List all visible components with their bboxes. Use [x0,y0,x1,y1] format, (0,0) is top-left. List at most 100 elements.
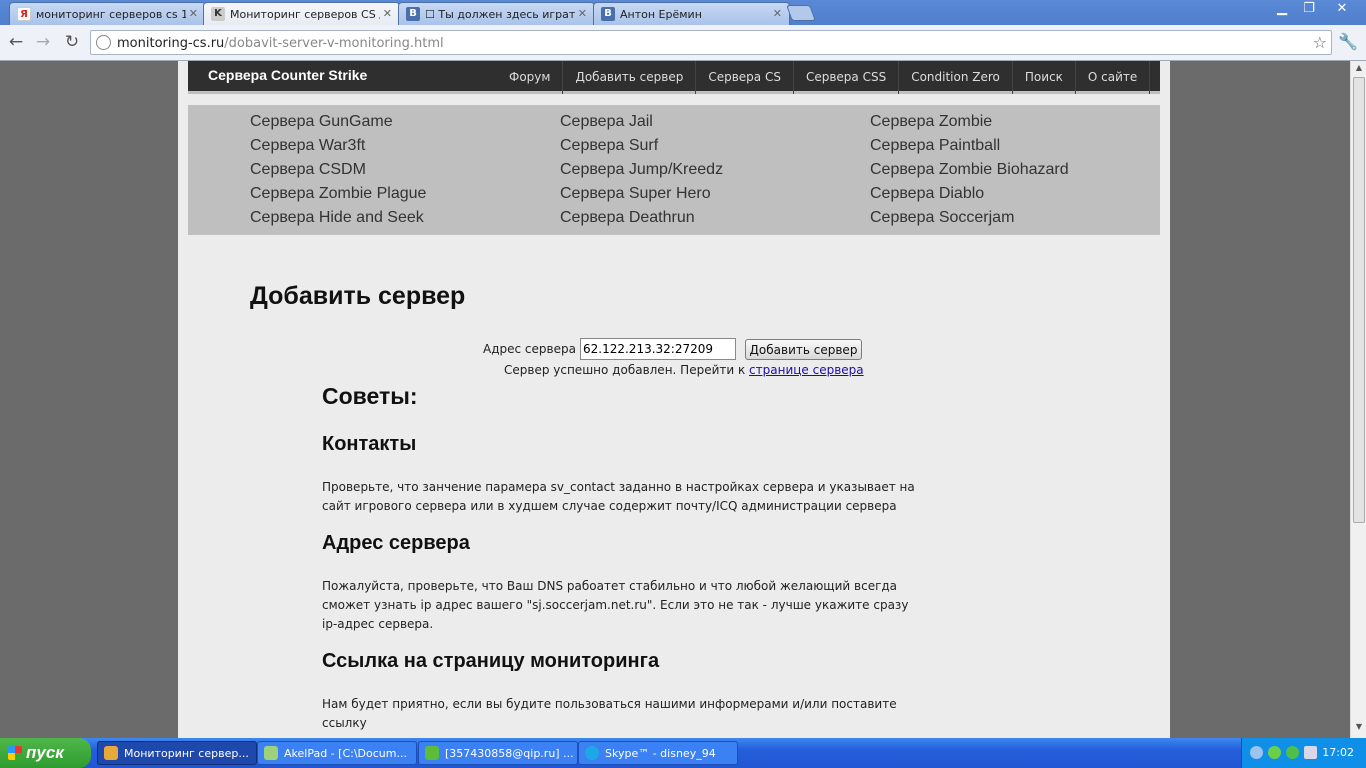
tab-yandex[interactable]: Я мониторинг серверов cs 1.6 ✕ [9,2,206,25]
clock: 17:02 [1322,746,1354,759]
category-link[interactable]: Сервера CSDM [250,161,426,185]
minimize-icon[interactable]: ▁ [1268,1,1296,17]
vertical-scrollbar[interactable]: ▲ ▼ [1350,61,1366,738]
menu-item-cs-servers[interactable]: Сервера CS [695,61,793,94]
start-button[interactable]: пуск [0,738,91,768]
tray-language-flag-icon[interactable] [1304,746,1317,759]
menu-item-add-server[interactable]: Добавить сервер [562,61,695,94]
category-link[interactable]: Сервера War3ft [250,137,426,161]
tab-vk-anton[interactable]: B Антон Ерёмин ✕ [593,2,790,25]
chrome-icon [104,746,118,760]
server-address-input[interactable] [580,338,736,360]
category-link[interactable]: Сервера Deathrun [560,209,723,233]
menu-item-css-servers[interactable]: Сервера CSS [792,61,898,94]
success-text: Сервер успешно добавлен. Перейти к [504,363,750,377]
tab-close-icon[interactable]: ✕ [773,7,782,20]
tip-heading: Контакты [322,433,417,455]
tab-close-icon[interactable]: ✕ [578,7,587,20]
category-column: Сервера GunGame Сервера War3ft Сервера C… [250,113,426,233]
site-header: Сервера Counter Strike Форум Добавить се… [188,61,1160,94]
browser-toolbar: ← → ↻ monitoring-cs.ru/dobavit-server-v-… [0,25,1366,61]
tab-label: мониторинг серверов cs 1.6 [36,8,186,21]
tip-heading: Ссылка на страницу мониторинга [322,650,660,672]
task-skype[interactable]: Skype™ - disney_94 [578,741,738,765]
tray-qip-icon[interactable] [1286,746,1299,759]
success-message: Сервер успешно добавлен. Перейти к стран… [504,363,864,377]
tab-vk-play[interactable]: B ☐ Ты должен здесь играть! ✕ [398,2,595,25]
yandex-favicon-icon: Я [17,7,31,21]
tab-close-icon[interactable]: ✕ [383,7,392,20]
category-link[interactable]: Сервера Zombie [870,113,1069,137]
server-page-link[interactable]: странице сервера [749,363,864,377]
bookmark-star-icon[interactable]: ☆ [1313,33,1327,52]
tab-close-icon[interactable]: ✕ [189,7,198,20]
category-link[interactable]: Сервера Super Hero [560,185,723,209]
browser-chrome: Я мониторинг серверов cs 1.6 ✕ K Монитор… [0,0,1366,61]
page-title: Добавить сервер [250,282,466,310]
tip-text: Пожалуйста, проверьте, что Ваш DNS рабоа… [322,579,909,631]
category-link[interactable]: Сервера Zombie Plague [250,185,426,209]
menu-item-search[interactable]: Поиск [1011,61,1075,94]
url-host: monitoring-cs.ru [117,36,225,51]
address-bar[interactable]: monitoring-cs.ru/dobavit-server-v-monito… [90,30,1332,55]
category-column: Сервера Zombie Сервера Paintball Сервера… [870,113,1069,233]
back-arrow-icon[interactable]: ← [6,32,26,52]
category-column: Сервера Jail Сервера Surf Сервера Jump/K… [560,113,723,233]
task-chrome[interactable]: Мониторинг сервер... [97,741,257,765]
page-container: Сервера Counter Strike Форум Добавить се… [178,61,1170,738]
new-tab-button[interactable] [786,5,816,21]
task-label: [357430858@qip.ru] ... [445,747,574,760]
tip-text: Проверьте, что занчение парамера sv_cont… [322,480,915,513]
tab-label: ☐ Ты должен здесь играть! [425,8,575,21]
url-path: /dobavit-server-v-monitoring.html [224,36,444,51]
tray-shield-icon[interactable] [1268,746,1281,759]
cs-favicon-icon: K [211,7,225,21]
globe-icon [96,35,111,50]
site-title[interactable]: Сервера Counter Strike [208,67,367,83]
category-link[interactable]: Сервера GunGame [250,113,426,137]
skype-icon [585,746,599,760]
task-label: Мониторинг сервер... [124,747,249,760]
category-link[interactable]: Сервера Diablo [870,185,1069,209]
restore-icon[interactable]: ❐ [1295,1,1323,17]
tray-arrow-icon[interactable] [1250,746,1263,759]
scrollbar-thumb[interactable] [1353,77,1365,523]
tips-title: Советы: [322,383,418,409]
tab-monitoring[interactable]: K Мониторинг серверов CS / Д ✕ [203,2,400,26]
forward-arrow-icon[interactable]: → [33,32,53,52]
taskbar: пуск Мониторинг сервер... AkelPad - [C:\… [0,738,1366,768]
vk-favicon-icon: B [601,7,615,21]
menu-item-forum[interactable]: Форум [497,61,562,94]
tab-label: Мониторинг серверов CS / Д [230,8,380,21]
category-link[interactable]: Сервера Jump/Kreedz [560,161,723,185]
menu-item-condition-zero[interactable]: Condition Zero [898,61,1012,94]
windows-logo-icon [8,746,22,760]
tips-section: Советы: Контакты Проверьте, что занчение… [322,381,922,738]
category-link[interactable]: Сервера Zombie Biohazard [870,161,1069,185]
url-text[interactable]: monitoring-cs.ru/dobavit-server-v-monito… [117,36,444,51]
add-server-button[interactable]: Добавить сервер [745,339,862,360]
scroll-up-icon[interactable]: ▲ [1353,63,1365,77]
tip-text: Нам будет приятно, если вы будите пользо… [322,697,897,730]
tab-strip: Я мониторинг серверов cs 1.6 ✕ K Монитор… [0,0,1366,26]
category-link[interactable]: Сервера Surf [560,137,723,161]
tab-label: Антон Ерёмин [620,8,702,21]
akelpad-icon [264,746,278,760]
category-link[interactable]: Сервера Paintball [870,137,1069,161]
menu-item-about[interactable]: О сайте [1074,61,1151,94]
task-label: Skype™ - disney_94 [605,747,716,760]
wrench-menu-icon[interactable]: 🔧 [1338,32,1358,51]
scroll-down-icon[interactable]: ▼ [1353,722,1365,736]
reload-icon[interactable]: ↻ [62,32,82,52]
system-tray: 17:02 [1241,738,1366,768]
category-link[interactable]: Сервера Hide and Seek [250,209,426,233]
task-label: AkelPad - [C:\Docum... [284,747,407,760]
qip-icon [425,746,439,760]
category-link[interactable]: Сервера Jail [560,113,723,137]
start-label: пуск [26,743,64,762]
task-qip[interactable]: [357430858@qip.ru] ... [418,741,578,765]
category-link[interactable]: Сервера Soccerjam [870,209,1069,233]
tip-heading: Адрес сервера [322,532,470,554]
close-window-icon[interactable]: ✕ [1328,1,1356,17]
task-akelpad[interactable]: AkelPad - [C:\Docum... [257,741,417,765]
